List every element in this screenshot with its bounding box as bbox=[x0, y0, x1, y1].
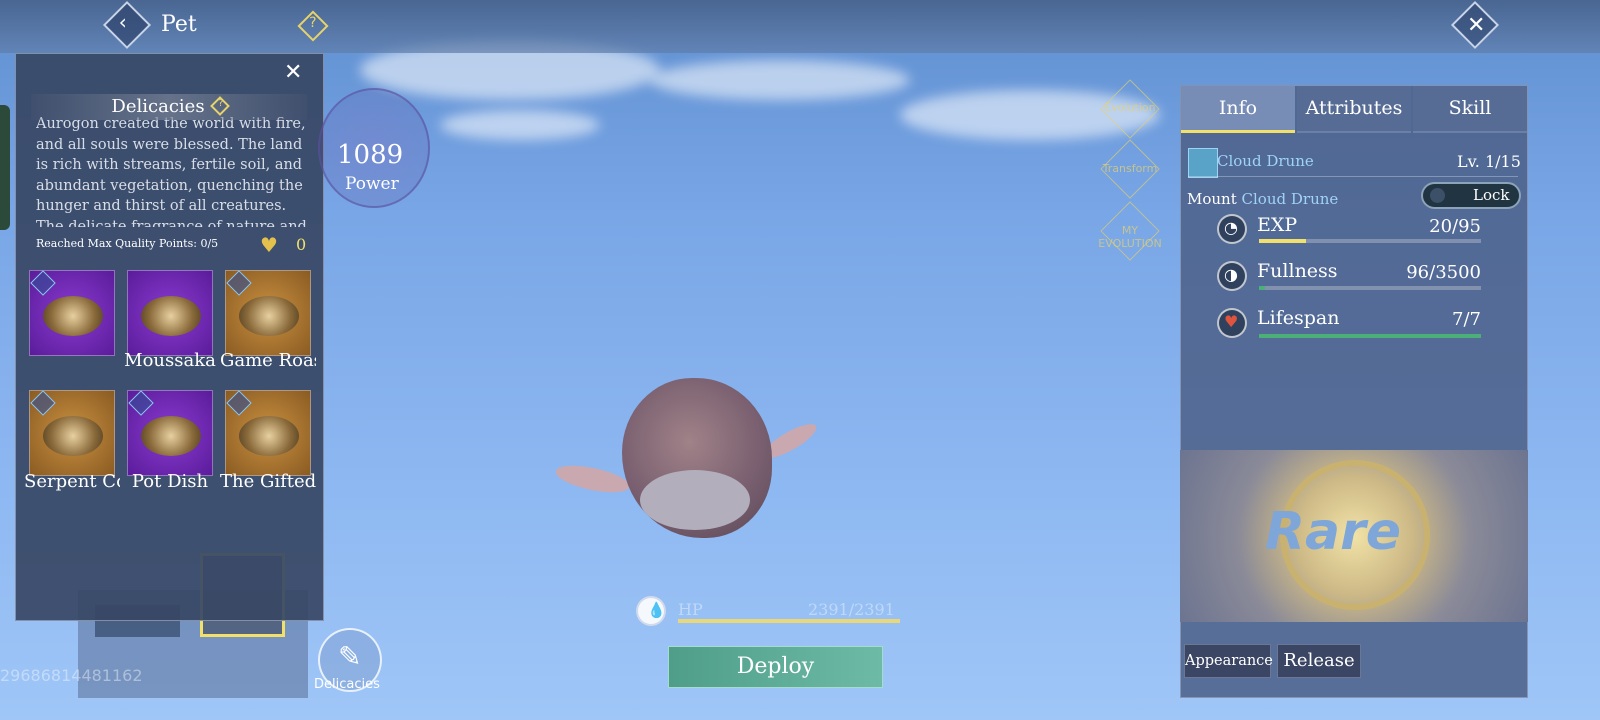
food-label: Pot Dish bbox=[131, 471, 209, 492]
evolution-label: Evolution bbox=[1104, 101, 1156, 114]
cloud bbox=[650, 60, 910, 100]
tab-info[interactable]: Info bbox=[1181, 86, 1295, 133]
food-label: Game Roaste bbox=[220, 350, 316, 371]
food-dish-icon bbox=[239, 296, 299, 336]
pet-belly bbox=[640, 470, 750, 530]
cloud bbox=[440, 110, 600, 140]
food-label: Moussaka bbox=[124, 350, 216, 371]
exp-icon: ◔ bbox=[1217, 214, 1247, 244]
food-item[interactable] bbox=[127, 270, 213, 356]
food-label: Serpent Core bbox=[24, 471, 120, 492]
close-icon: ✕ bbox=[1466, 13, 1486, 39]
question-icon: ? bbox=[309, 14, 317, 31]
power-label: Power bbox=[345, 174, 399, 194]
pet-id: 29686814481162 bbox=[0, 666, 143, 685]
lifespan-bar bbox=[1259, 334, 1481, 338]
food-dish-icon bbox=[43, 416, 103, 456]
food-dish-icon bbox=[239, 416, 299, 456]
top-bar: ‹ Pet ? ✕ bbox=[0, 0, 1600, 53]
food-dish-icon bbox=[141, 296, 201, 336]
lock-toggle[interactable]: Lock bbox=[1421, 182, 1521, 209]
divider bbox=[1188, 176, 1518, 177]
help-button[interactable]: ? bbox=[297, 10, 329, 42]
delicacies-help-button[interactable]: ? bbox=[209, 96, 230, 116]
delicacies-panel: ✕ Aurogon created the world with fire, a… bbox=[15, 53, 324, 621]
my-evolution-label: MY EVOLUTION bbox=[1098, 224, 1162, 250]
fullness-label: Fullness bbox=[1257, 260, 1338, 282]
lifespan-bar-fill bbox=[1259, 334, 1481, 338]
quality-badge-icon bbox=[226, 270, 252, 296]
mount-line: Mount Cloud Drune bbox=[1187, 190, 1338, 208]
quality-badge-icon bbox=[30, 270, 56, 296]
water-drop-icon: 💧 bbox=[647, 601, 666, 619]
quality-badge-icon bbox=[30, 390, 56, 416]
food-dish-icon bbox=[141, 416, 201, 456]
exp-label: EXP bbox=[1257, 214, 1298, 236]
feed-icon: ✎ bbox=[338, 640, 362, 673]
mount-label: Mount bbox=[1187, 190, 1237, 208]
fullness-value: 96/3500 bbox=[1406, 262, 1481, 283]
tab-attributes[interactable]: Attributes bbox=[1297, 86, 1411, 133]
deploy-button[interactable]: Deploy bbox=[668, 646, 883, 688]
transform-label: Transform bbox=[1102, 162, 1158, 175]
food-item[interactable] bbox=[225, 390, 311, 476]
fullness-bar-fill bbox=[1259, 286, 1265, 290]
rarity-label: Rare bbox=[1265, 502, 1402, 562]
food-dish-icon bbox=[43, 296, 103, 336]
quality-badge-icon bbox=[128, 390, 154, 416]
delicacies-title: Delicacies bbox=[111, 96, 205, 117]
food-item[interactable] bbox=[127, 390, 213, 476]
hp-label: HP bbox=[678, 600, 703, 619]
mount-name: Cloud Drune bbox=[1241, 190, 1339, 208]
side-tab[interactable] bbox=[0, 105, 10, 230]
chevron-left-icon: ‹ bbox=[118, 10, 127, 35]
power-value: 1089 bbox=[337, 140, 404, 170]
delicacies-button-label: Delicacies bbox=[314, 677, 380, 692]
close-button[interactable]: ✕ bbox=[1450, 0, 1500, 50]
heart-icon: ♥ bbox=[1217, 308, 1247, 338]
stomach-icon: ◑ bbox=[1217, 261, 1247, 291]
food-item[interactable] bbox=[29, 270, 115, 356]
page-title: Pet bbox=[161, 12, 197, 37]
tab-skill[interactable]: Skill bbox=[1413, 86, 1527, 133]
food-item[interactable] bbox=[225, 270, 311, 356]
exp-value: 20/95 bbox=[1429, 216, 1481, 237]
delicacies-title-bar: Delicacies? bbox=[31, 94, 307, 120]
quality-points-text: Reached Max Quality Points: 0/5 bbox=[36, 237, 219, 250]
lock-label: Lock bbox=[1473, 186, 1510, 204]
exp-bar bbox=[1259, 239, 1481, 243]
delicacies-lore: Aurogon created the world with fire, and… bbox=[36, 116, 307, 227]
pet-name: Cloud Drune bbox=[1217, 152, 1314, 170]
hp-icon: 💧 bbox=[636, 596, 666, 626]
fullness-bar bbox=[1259, 286, 1481, 290]
tab-bar: Info Attributes Skill bbox=[1181, 86, 1529, 133]
food-item[interactable] bbox=[29, 390, 115, 476]
lifespan-value: 7/7 bbox=[1452, 309, 1481, 330]
food-label: The Gifted bbox=[220, 471, 316, 492]
heart-icon: ♥ bbox=[260, 233, 278, 257]
pet-fin bbox=[553, 460, 632, 498]
release-button[interactable]: Release bbox=[1277, 644, 1361, 678]
appearance-button[interactable]: Appearance bbox=[1184, 644, 1273, 678]
back-button[interactable]: ‹ bbox=[102, 0, 152, 50]
hp-value: 2391/2391 bbox=[808, 600, 895, 619]
panel-close-icon[interactable]: ✕ bbox=[284, 60, 302, 85]
quality-badge-icon bbox=[226, 390, 252, 416]
question-icon: ? bbox=[217, 97, 224, 109]
hp-bar bbox=[678, 619, 900, 623]
pet-level: Lv. 1/15 bbox=[1457, 152, 1521, 171]
lifespan-label: Lifespan bbox=[1257, 307, 1340, 329]
toggle-knob bbox=[1430, 188, 1445, 203]
pet-portrait-icon bbox=[1188, 148, 1218, 178]
quality-count: 0 bbox=[296, 235, 307, 254]
exp-bar-fill bbox=[1259, 239, 1306, 243]
